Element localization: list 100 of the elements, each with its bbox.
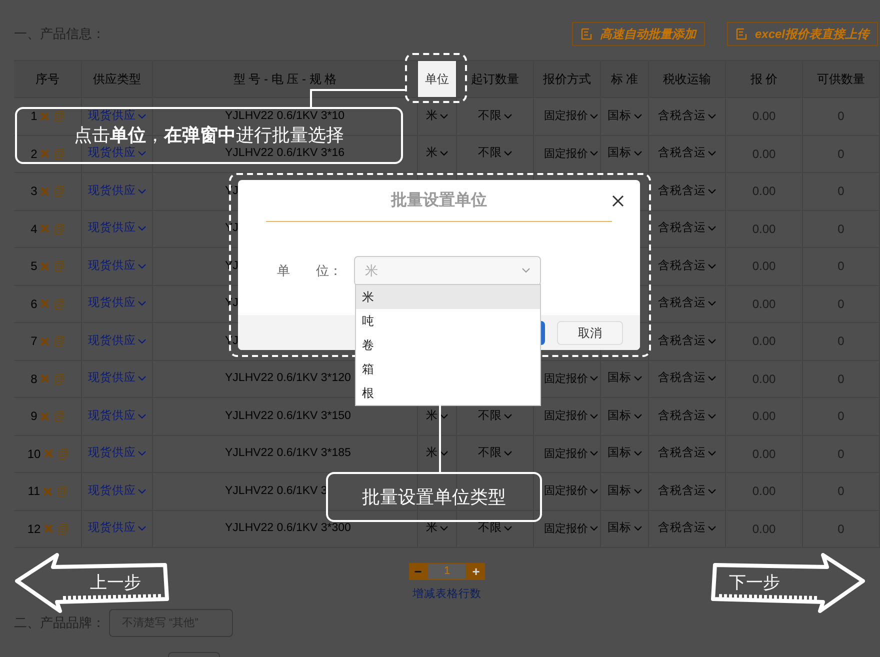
standard-select[interactable]: 国标 — [608, 445, 642, 462]
tax-select[interactable]: 含税含运 — [658, 370, 716, 388]
edit-icon — [736, 28, 747, 40]
moq-select[interactable]: 不限 — [478, 445, 512, 462]
moq-select[interactable]: 不限 — [478, 408, 512, 425]
unit-select[interactable]: 米 — [426, 408, 448, 425]
supply-select[interactable]: 现货供应 — [88, 482, 146, 500]
supply-select[interactable]: 现货供应 — [88, 520, 146, 538]
supply-select[interactable]: 现货供应 — [88, 108, 146, 125]
standard-select[interactable]: 国标 — [608, 520, 642, 538]
pricing-select[interactable]: 固定报价 — [544, 146, 598, 162]
copy-icon[interactable] — [54, 148, 64, 160]
column-header: 型 号 - 电 压 - 规 格 — [233, 71, 337, 88]
pricing-select[interactable]: 固定报价 — [544, 408, 598, 424]
pricing-select[interactable]: 固定报价 — [544, 370, 598, 387]
decrease-button[interactable]: − — [409, 563, 427, 580]
chevron-down-icon — [708, 414, 716, 419]
copy-icon[interactable] — [57, 485, 68, 498]
chevron-down-icon — [634, 488, 642, 494]
tax-select[interactable]: 含税含运 — [658, 220, 716, 238]
column-header[interactable]: 单位 — [418, 61, 456, 97]
tax-select[interactable]: 含税含运 — [658, 520, 716, 538]
unit-select[interactable]: 米 — [354, 256, 541, 286]
row-number: 7 — [30, 333, 38, 350]
copy-icon[interactable] — [54, 298, 64, 310]
copy-icon[interactable] — [54, 110, 64, 122]
delete-icon[interactable] — [44, 524, 53, 534]
delete-icon[interactable] — [40, 262, 50, 271]
model-text: YJLHV22 0.6/1KV 3*300 — [225, 521, 351, 536]
supply-select[interactable]: 现货供应 — [88, 258, 146, 275]
moq-select[interactable]: 不限 — [478, 108, 512, 125]
pricing-select[interactable]: 固定报价 — [544, 446, 598, 462]
column-header: 标 准 — [610, 71, 638, 88]
moq-select[interactable]: 不限 — [478, 520, 512, 538]
chevron-down-icon — [634, 114, 642, 119]
delete-icon[interactable] — [40, 149, 50, 158]
tax-select[interactable]: 含税含运 — [658, 332, 716, 350]
pricing-select[interactable]: 固定报价 — [544, 520, 598, 537]
delete-icon[interactable] — [40, 374, 50, 384]
chevron-down-icon — [708, 376, 716, 382]
unit-select[interactable]: 米 — [426, 520, 448, 538]
tax-select[interactable]: 含税含运 — [658, 445, 716, 462]
delete-icon[interactable] — [40, 224, 50, 234]
chevron-down-icon — [590, 451, 598, 456]
delete-icon[interactable] — [40, 412, 50, 421]
unit-select[interactable]: 米 — [426, 108, 448, 125]
row-number: 4 — [30, 220, 38, 238]
supply-select[interactable]: 现货供应 — [88, 370, 146, 388]
copy-icon[interactable] — [54, 260, 64, 272]
supply-select[interactable]: 现货供应 — [88, 332, 146, 350]
dialog-title: 批量设置单位 — [391, 190, 487, 210]
chevron-down-icon — [504, 451, 512, 456]
tax-select[interactable]: 含税含运 — [658, 182, 716, 200]
supply-select[interactable]: 现货供应 — [88, 145, 146, 162]
delete-icon[interactable] — [44, 449, 53, 458]
unit-select[interactable]: 米 — [426, 445, 448, 462]
copy-icon[interactable] — [54, 185, 64, 198]
delete-icon[interactable] — [40, 186, 50, 196]
standard-select[interactable]: 国标 — [608, 145, 642, 162]
increase-button[interactable]: + — [467, 563, 485, 580]
supply-select[interactable]: 现货供应 — [88, 445, 146, 462]
supply-select[interactable]: 现货供应 — [88, 408, 146, 425]
cancel-button[interactable]: 取消 — [557, 320, 623, 344]
copy-icon[interactable] — [54, 222, 64, 235]
tax-select[interactable]: 含税含运 — [658, 145, 716, 162]
supply-select[interactable]: 现货供应 — [88, 182, 146, 200]
copy-icon[interactable] — [58, 522, 68, 535]
pricing-select[interactable]: 固定报价 — [544, 108, 598, 124]
chevron-down-icon — [138, 226, 146, 232]
copy-icon[interactable] — [54, 335, 64, 348]
standard-select[interactable]: 国标 — [608, 370, 642, 388]
tax-select[interactable]: 含税含运 — [658, 295, 716, 312]
delete-icon[interactable] — [43, 486, 52, 496]
row-number: 11 — [28, 483, 40, 500]
delete-icon[interactable] — [40, 112, 50, 121]
supply-select[interactable]: 现货供应 — [88, 220, 146, 238]
tax-select[interactable]: 含税含运 — [658, 258, 716, 275]
standard-select[interactable]: 国标 — [608, 408, 642, 425]
row-number: 9 — [30, 408, 38, 426]
standard-select[interactable]: 国标 — [608, 482, 642, 500]
chevron-down-icon — [138, 526, 146, 532]
standard-select[interactable]: 国标 — [608, 108, 642, 125]
delete-icon[interactable] — [40, 336, 50, 346]
row-count-field[interactable]: 1 — [427, 563, 467, 580]
tax-select[interactable]: 含税含运 — [658, 408, 716, 425]
copy-icon[interactable] — [54, 372, 64, 385]
toolbar-button[interactable]: excel报价表直接上传 — [726, 22, 878, 46]
close-icon[interactable] — [612, 195, 624, 207]
dropdown-option[interactable]: 米 — [356, 285, 540, 309]
row-number: 12 — [27, 520, 41, 538]
unit-select[interactable]: 米 — [426, 145, 448, 162]
delete-icon[interactable] — [40, 299, 50, 308]
tax-select[interactable]: 含税含运 — [658, 108, 716, 125]
toolbar-button[interactable]: 高速自动批量添加 — [572, 22, 705, 46]
copy-icon[interactable] — [54, 410, 64, 422]
supply-select[interactable]: 现货供应 — [88, 295, 146, 312]
pricing-select[interactable]: 固定报价 — [544, 483, 598, 500]
moq-select[interactable]: 不限 — [478, 145, 512, 162]
tax-select[interactable]: 含税含运 — [658, 482, 716, 500]
copy-icon[interactable] — [58, 448, 68, 460]
